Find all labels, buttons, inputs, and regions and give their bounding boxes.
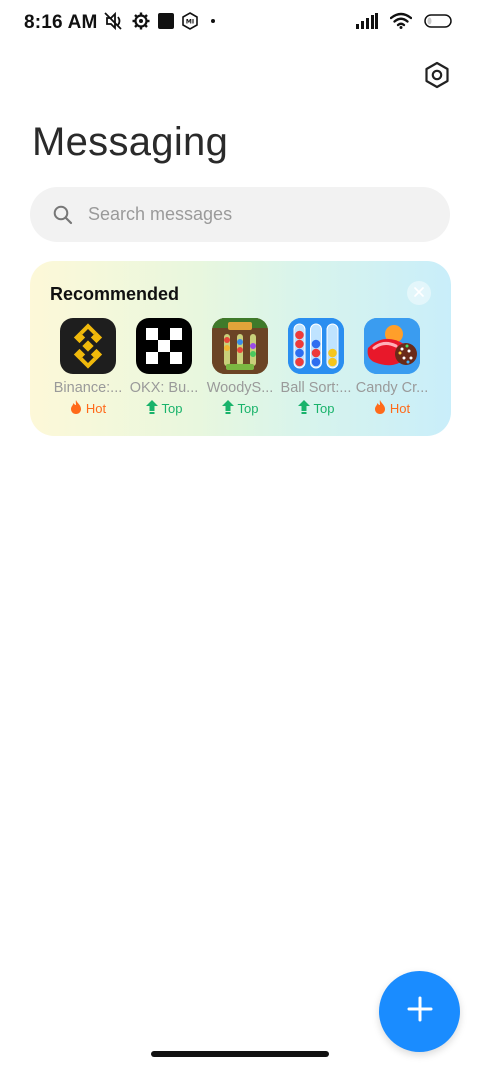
close-icon [414, 284, 424, 302]
arrow-up-icon [297, 400, 310, 417]
app-badge-hot: Hot [70, 400, 106, 417]
flame-icon [374, 400, 386, 417]
app-tile-binance[interactable]: Binance:... Hot [50, 318, 126, 417]
recommended-apps: Binance:... Hot OKX: Bu... Top WoodyS...… [50, 318, 430, 417]
close-recommended-button[interactable] [407, 281, 431, 305]
app-tile-candy-crush[interactable]: Candy Cr... Hot [354, 318, 430, 417]
search-bar[interactable] [30, 187, 450, 242]
woodys-app-icon [212, 318, 268, 374]
app-label: WoodyS... [206, 380, 274, 396]
svg-text:MI: MI [186, 18, 194, 25]
settings-button[interactable] [422, 61, 452, 94]
arrow-up-icon [145, 400, 158, 417]
search-input[interactable] [86, 203, 410, 226]
ball-sort-app-icon [288, 318, 344, 374]
recommended-title: Recommended [50, 284, 180, 304]
app-badge-top: Top [297, 400, 334, 417]
home-indicator[interactable] [151, 1051, 329, 1057]
app-badge-hot: Hot [374, 400, 410, 417]
battery-icon [424, 13, 452, 33]
app-tile-ball-sort[interactable]: Ball Sort:... Top [278, 318, 354, 417]
app-badge-top: Top [221, 400, 258, 417]
plus-icon [407, 996, 433, 1027]
status-left-icons: MI [102, 11, 220, 36]
new-message-button[interactable] [379, 971, 460, 1052]
arrow-up-icon [221, 400, 234, 417]
dot-icon [206, 14, 220, 33]
flame-icon [70, 400, 82, 417]
wifi-icon [389, 12, 413, 34]
candy-crush-app-icon [364, 318, 420, 374]
status-time: 8:16 AM [24, 12, 98, 33]
okx-app-icon [136, 318, 192, 374]
app-label: Ball Sort:... [280, 380, 352, 396]
mute-icon [102, 11, 124, 36]
hexagon-settings-icon [424, 61, 450, 94]
app-label: OKX: Bu... [129, 380, 199, 396]
settings-small-icon [132, 12, 150, 35]
search-icon [52, 204, 74, 226]
app-tile-woodys[interactable]: WoodyS... Top [202, 318, 278, 417]
mi-icon: MI [182, 11, 198, 35]
recommended-card: Recommended Binance:... Hot OKX: Bu... T… [30, 261, 451, 436]
app-label: Candy Cr... [355, 380, 429, 396]
square-icon [158, 12, 174, 34]
app-tile-okx[interactable]: OKX: Bu... Top [126, 318, 202, 417]
app-badge-top: Top [145, 400, 182, 417]
status-bar: 8:16 AM MI [0, 0, 480, 48]
signal-icon [356, 12, 378, 34]
status-right-icons [356, 12, 452, 34]
app-label: Binance:... [53, 380, 123, 396]
binance-app-icon [60, 318, 116, 374]
page-title: Messaging [32, 120, 229, 164]
